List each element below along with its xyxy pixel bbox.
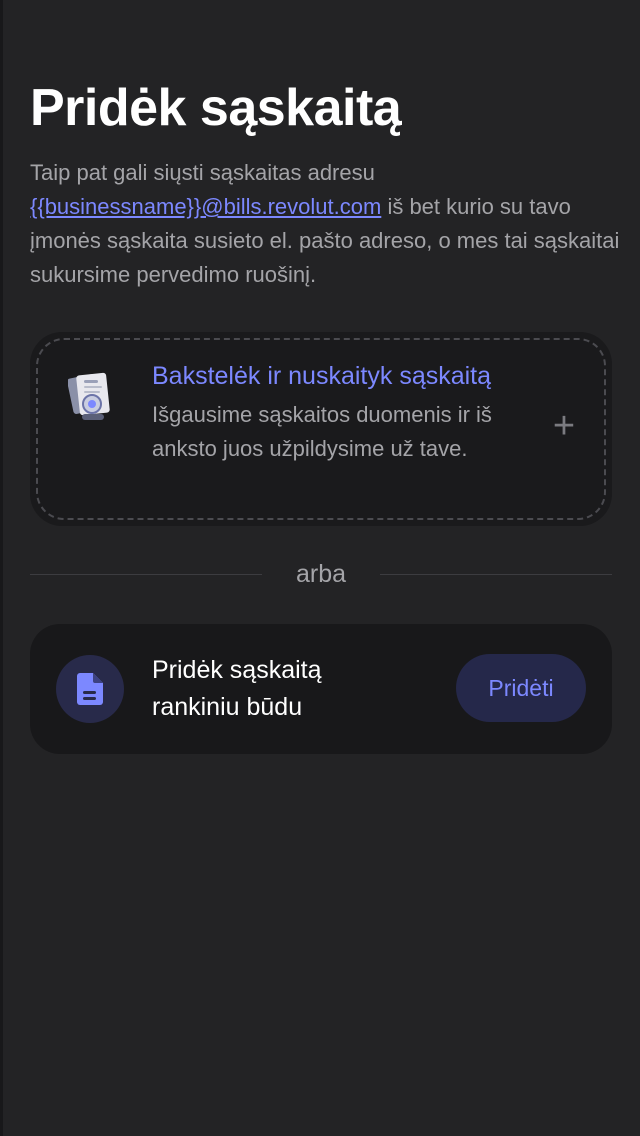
page-title: Pridėk sąskaitą — [30, 79, 402, 137]
page-description: Taip pat gali siųsti sąskaitas adresu {{… — [30, 156, 620, 292]
plus-icon[interactable]: + — [548, 407, 580, 445]
scan-invoice-card[interactable]: Bakstelėk ir nuskaityk sąskaitą Išgausim… — [30, 332, 612, 526]
divider-label: arba — [295, 560, 347, 588]
scan-card-description: Išgausime sąskaitos duomenis ir iš ankst… — [152, 402, 492, 461]
add-button[interactable]: Pridėti — [456, 654, 586, 722]
scan-card-title: Bakstelėk ir nuskaityk sąskaitą — [152, 362, 492, 390]
manual-card-label: Pridėk sąskaitą rankiniu būdu — [152, 656, 322, 721]
document-icon-container — [56, 655, 124, 723]
divider-line-right — [380, 574, 612, 575]
document-illustration-icon — [68, 372, 110, 420]
email-link[interactable]: {{businessname}}@bills.revolut.com — [30, 194, 381, 219]
left-edge — [0, 0, 3, 1136]
description-prefix: Taip pat gali siųsti sąskaitas adresu — [30, 160, 375, 185]
document-icon — [77, 673, 103, 705]
divider-line-left — [30, 574, 262, 575]
manual-invoice-card: Pridėk sąskaitą rankiniu būdu Pridėti — [30, 624, 612, 754]
